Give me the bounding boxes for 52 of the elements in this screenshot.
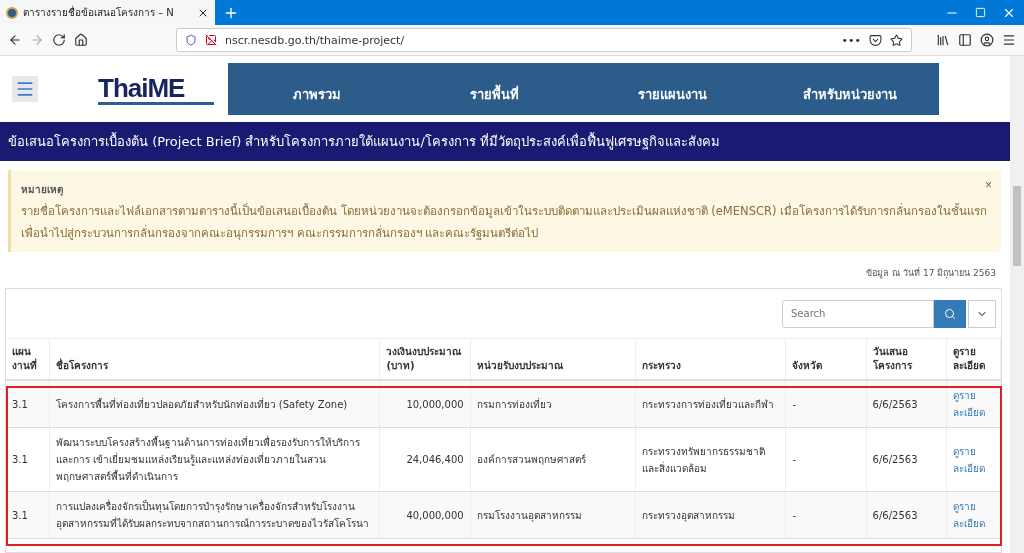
sidebar-icon[interactable] (958, 33, 972, 47)
table-cell: 40,000,000 (379, 491, 471, 539)
nav-link[interactable]: ภาพรวม (228, 63, 406, 115)
shield-icon (185, 34, 197, 46)
tab-title: ตารางรายชื่อข้อเสนอโครงการ – N (23, 5, 175, 20)
close-button[interactable]: × (985, 178, 992, 192)
table-cell: 6/6/2563 (866, 491, 947, 539)
favicon-icon (6, 6, 18, 19)
search-icon (944, 307, 956, 320)
restore-icon[interactable] (975, 7, 986, 18)
scrollbar[interactable] (1010, 56, 1024, 553)
home-icon[interactable] (74, 33, 88, 47)
browser-tab[interactable]: ตารางรายชื่อข้อเสนอโครงการ – N (0, 0, 215, 25)
menu-icon (15, 79, 35, 99)
table-cell: - (785, 491, 867, 539)
logo[interactable]: ThaiME (98, 73, 214, 105)
menu-button[interactable] (12, 76, 38, 102)
back-icon[interactable] (8, 33, 22, 47)
table-cell: พัฒนาระบบโครงสร้างพื้นฐานด้านการท่องเที่ยวเพื่อรองรับการให้บริการและการ เข้าเยี่ยมชมแหล่งเรียนรู้และแหล่งท่องเที่ยวภายในสวนพฤกษศาสตร์พื้นที่ดำเนินการ (49, 427, 380, 492)
page-title-banner: ข้อเสนอโครงการเบื้องต้น (Project Brief) สำหรับโครงการภายใต้แผนงาน/โครงการ ที่มีวัตถุประสงค์เพื่อฟื้นฟูเศรษฐกิจและสังคม (0, 122, 1010, 161)
insecure-icon (205, 34, 217, 46)
data-date: ข้อมูล ณ วันที่ 17 มิถุนายน 2563 (865, 266, 997, 281)
note-text: เพื่อนำไปสู่กระบวนการกลั่นกรองจากคณะอนุกรรมการฯ คณะกรรมการกลั่นกรองฯ และคณะรัฐมนตรีต่อไป (21, 224, 540, 242)
page-actions-menu[interactable]: ••• (841, 33, 861, 47)
table-cell: กรมการท่องเที่ยว (470, 380, 636, 428)
table-cell: กระทรวงการท่องเที่ยวและกีฬา (635, 380, 786, 428)
account-icon[interactable] (980, 33, 994, 47)
note-title: หมายเหตุ (21, 183, 63, 198)
search-button[interactable] (934, 299, 966, 328)
table-cell: กระทรวงอุตสาหกรรม (635, 491, 786, 539)
bookmark-star-icon[interactable] (890, 33, 903, 47)
table-cell: การแปลงเครื่องจักรเป็นทุนโดยการบำรุงรักษาเครื่องจักรสำหรับโรงงานอุตสาหกรรมที่ได้รับผลกระทบจากสถานการณ์การระบาดของไวรัสโคโรนา (49, 491, 380, 539)
url-text: nscr.nesdb.go.th/thaime-project/ (225, 33, 406, 47)
search-field[interactable]: Search (782, 299, 934, 328)
table-cell: กระทรวงทรัพยากรธรรมชาติและสิ่งแวดล้อม (635, 427, 786, 492)
reload-icon[interactable] (52, 33, 66, 47)
table-cell: องค์การสวนพฤกษศาสตร์ (470, 427, 636, 492)
nav-link[interactable]: รายพื้นที่ (405, 63, 584, 115)
details-link[interactable]: ดูรายละเอียด (952, 442, 994, 477)
table-cell: กรมโรงงานอุตสาหกรรม (470, 491, 636, 539)
library-icon[interactable] (936, 33, 950, 47)
table-cell: 6/6/2563 (866, 427, 947, 492)
table-cell: 3.1 (6, 491, 50, 539)
pocket-icon[interactable] (869, 33, 882, 47)
address-bar[interactable]: nscr.nesdb.go.th/thaime-project/ ••• (176, 28, 912, 52)
nav-link[interactable]: สำหรับหน่วยงาน (761, 63, 939, 115)
note-text: รายชื่อโครงการและไฟล์เอกสารตามตารางนี้เป็นข้อเสนอเบื้องต้น โดยหน่วยงานจะต้องกรอกข้อมูลเข้าในระบบติดตามและประเมินผลแห่งชาติ (eMENSCR) เมื่อโครงการได้รับการกลั่นกรองในชั้นแรก (21, 202, 989, 220)
table-cell: 24,046,400 (379, 427, 471, 492)
table-cell: - (785, 427, 867, 492)
menu-icon[interactable] (1002, 33, 1016, 47)
table-cell: โครงการพื้นที่ท่องเที่ยวปลอดภัยสำหรับนักท่องเที่ยว (Safety Zone) (49, 380, 380, 428)
nav-link[interactable]: รายแผนงาน (583, 63, 762, 115)
